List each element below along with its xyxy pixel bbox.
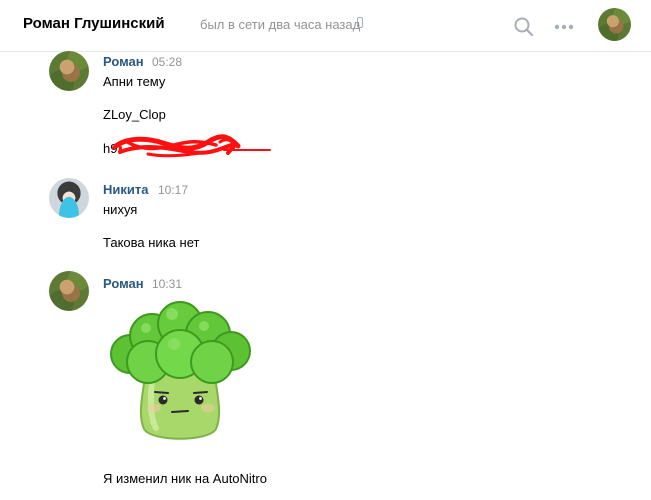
message-author[interactable]: Роман <box>103 276 144 291</box>
search-icon <box>514 17 534 37</box>
message-time[interactable]: 10:31 <box>152 277 182 291</box>
header-avatar[interactable] <box>598 8 631 41</box>
chat-header: Роман Глушинский был в сети два часа наз… <box>0 0 651 52</box>
avatar[interactable] <box>49 271 89 311</box>
red-scribble-redaction <box>111 134 271 158</box>
more-dots-icon <box>554 24 574 30</box>
message-text: Такова ника нет <box>103 235 200 250</box>
avatar[interactable] <box>49 51 89 91</box>
message-author[interactable]: Роман <box>103 54 144 69</box>
message-text: ZLoy_Clop <box>103 107 166 122</box>
message-time[interactable]: 10:17 <box>158 183 188 197</box>
avatar[interactable] <box>49 178 89 218</box>
chat-title[interactable]: Роман Глушинский <box>23 15 165 32</box>
search-button[interactable] <box>513 16 535 38</box>
message-text: Апни тему <box>103 74 166 89</box>
message-text: нихуя <box>103 202 138 217</box>
message-author[interactable]: Никита <box>103 182 148 197</box>
message-time[interactable]: 05:28 <box>152 55 182 69</box>
online-status: был в сети два часа назад <box>200 17 361 32</box>
mobile-phone-icon <box>357 17 363 28</box>
broccoli-sticker[interactable] <box>108 296 253 444</box>
message-text: Я изменил ник на AutoNitro <box>103 471 267 486</box>
more-button[interactable] <box>553 16 575 38</box>
